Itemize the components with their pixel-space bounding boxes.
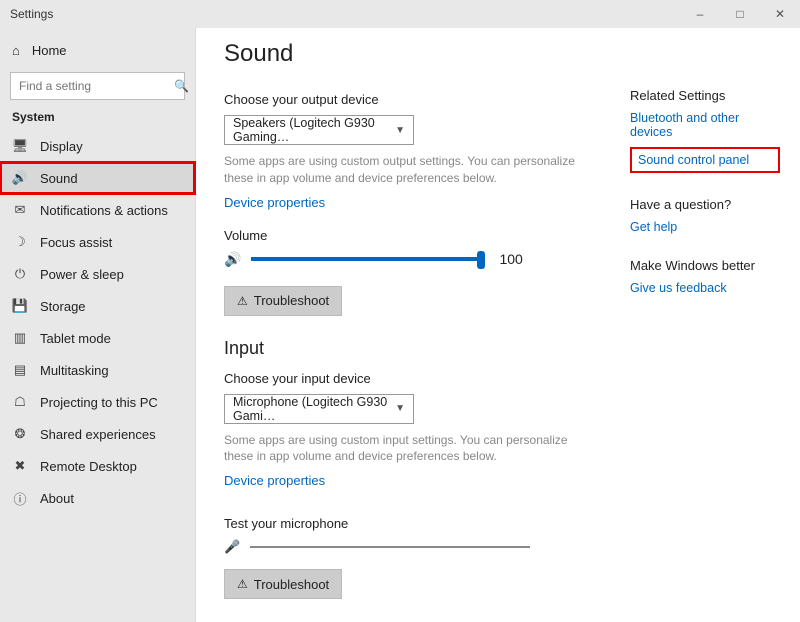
sidebar-item-power-sleep[interactable]: ⏻ Power & sleep	[0, 258, 195, 290]
main-panel: Sound Choose your output device Speakers…	[196, 28, 800, 622]
output-description: Some apps are using custom output settin…	[224, 153, 594, 187]
sidebar-section-label: System	[0, 110, 195, 130]
related-settings-heading: Related Settings	[630, 88, 780, 103]
have-question-heading: Have a question?	[630, 197, 780, 212]
warning-icon: ⚠	[237, 577, 248, 591]
sidebar-item-projecting[interactable]: ☖ Projecting to this PC	[0, 386, 195, 418]
minimize-button[interactable]: –	[680, 0, 720, 28]
sidebar-item-label: Display	[40, 139, 83, 154]
output-device-properties-link[interactable]: Device properties	[224, 195, 325, 210]
window-controls: – □ ✕	[680, 0, 800, 28]
search-field[interactable]	[19, 79, 174, 93]
mic-level-meter	[250, 546, 530, 548]
sidebar-item-label: Power & sleep	[40, 267, 124, 282]
sidebar-item-label: About	[40, 491, 74, 506]
warning-icon: ⚠	[237, 294, 248, 308]
sidebar-item-sound[interactable]: 🔊 Sound	[0, 162, 195, 194]
about-icon: ⓘ	[12, 489, 28, 508]
input-device-select[interactable]: Microphone (Logitech G930 Gami… ▼	[224, 394, 414, 424]
volume-slider-thumb[interactable]	[477, 251, 485, 269]
sidebar-item-notifications[interactable]: ✉ Notifications & actions	[0, 194, 195, 226]
page-title: Sound	[224, 40, 776, 68]
remote-icon: ✖	[12, 458, 28, 474]
input-device-properties-link[interactable]: Device properties	[224, 473, 325, 488]
sound-control-panel-link[interactable]: Sound control panel	[630, 147, 780, 173]
output-device-selected: Speakers (Logitech G930 Gaming…	[233, 116, 395, 144]
microphone-icon: 🎤	[224, 539, 240, 555]
close-button[interactable]: ✕	[760, 0, 800, 28]
sidebar-item-label: Remote Desktop	[40, 459, 137, 474]
sidebar-item-label: Tablet mode	[40, 331, 111, 346]
display-icon: 🖥	[12, 138, 28, 154]
chevron-down-icon: ▼	[395, 403, 405, 414]
input-troubleshoot-button[interactable]: ⚠ Troubleshoot	[224, 569, 342, 599]
test-mic-label: Test your microphone	[224, 516, 776, 531]
input-device-selected: Microphone (Logitech G930 Gami…	[233, 395, 395, 423]
speaker-icon: 🔊	[224, 251, 241, 268]
maximize-button[interactable]: □	[720, 0, 760, 28]
input-heading: Input	[224, 338, 776, 359]
input-device-label: Choose your input device	[224, 371, 776, 386]
sidebar-item-label: Sound	[40, 171, 78, 186]
volume-slider[interactable]	[251, 257, 481, 261]
sidebar-item-label: Projecting to this PC	[40, 395, 158, 410]
home-icon: ⌂	[12, 43, 20, 58]
sidebar-item-label: Notifications & actions	[40, 203, 168, 218]
window-title: Settings	[10, 7, 53, 21]
chevron-down-icon: ▼	[395, 125, 405, 136]
get-help-link[interactable]: Get help	[630, 220, 780, 234]
multitasking-icon: ▤	[12, 362, 28, 378]
make-better-heading: Make Windows better	[630, 258, 780, 273]
search-icon: 🔍	[174, 79, 189, 93]
notifications-icon: ✉	[12, 202, 28, 218]
projecting-icon: ☖	[12, 394, 28, 410]
sidebar-item-remote-desktop[interactable]: ✖ Remote Desktop	[0, 450, 195, 482]
troubleshoot-label: Troubleshoot	[254, 293, 329, 308]
feedback-link[interactable]: Give us feedback	[630, 281, 780, 295]
sidebar-item-multitasking[interactable]: ▤ Multitasking	[0, 354, 195, 386]
sidebar-item-storage[interactable]: 💾 Storage	[0, 290, 195, 322]
right-column: Related Settings Bluetooth and other dev…	[630, 88, 780, 319]
sidebar-home[interactable]: ⌂ Home	[0, 34, 195, 66]
focus-icon: ☽	[12, 234, 28, 250]
volume-value: 100	[499, 251, 522, 267]
output-device-select[interactable]: Speakers (Logitech G930 Gaming… ▼	[224, 115, 414, 145]
tablet-icon: ▥	[12, 330, 28, 346]
storage-icon: 💾	[12, 298, 28, 314]
sidebar-item-label: Shared experiences	[40, 427, 156, 442]
sidebar-item-about[interactable]: ⓘ About	[0, 482, 195, 514]
sidebar-item-label: Focus assist	[40, 235, 112, 250]
sidebar-item-shared-experiences[interactable]: ❂ Shared experiences	[0, 418, 195, 450]
sidebar: ⌂ Home 🔍 System 🖥 Display 🔊 Sound ✉ Noti…	[0, 28, 196, 622]
power-icon: ⏻	[12, 266, 28, 282]
input-description: Some apps are using custom input setting…	[224, 432, 594, 466]
mic-test-row: 🎤	[224, 539, 776, 555]
bluetooth-devices-link[interactable]: Bluetooth and other devices	[630, 111, 780, 139]
troubleshoot-label: Troubleshoot	[254, 577, 329, 592]
search-input[interactable]: 🔍	[10, 72, 185, 100]
sidebar-item-focus-assist[interactable]: ☽ Focus assist	[0, 226, 195, 258]
sidebar-home-label: Home	[32, 43, 67, 58]
sidebar-item-label: Storage	[40, 299, 86, 314]
shared-icon: ❂	[12, 426, 28, 442]
sidebar-item-display[interactable]: 🖥 Display	[0, 130, 195, 162]
sound-icon: 🔊	[12, 170, 28, 186]
output-troubleshoot-button[interactable]: ⚠ Troubleshoot	[224, 286, 342, 316]
sidebar-item-label: Multitasking	[40, 363, 109, 378]
sidebar-item-tablet-mode[interactable]: ▥ Tablet mode	[0, 322, 195, 354]
